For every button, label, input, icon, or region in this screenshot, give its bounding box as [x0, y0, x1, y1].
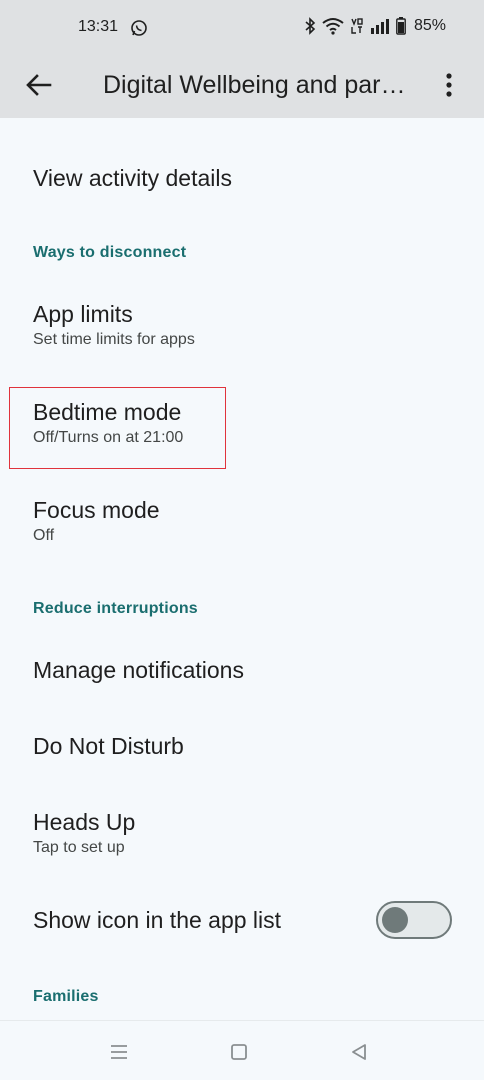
nav-recents-button[interactable] [108, 1041, 130, 1063]
show-icon-item[interactable]: Show icon in the app list [33, 906, 281, 934]
item-title: Do Not Disturb [33, 733, 184, 759]
show-icon-toggle[interactable] [376, 901, 452, 939]
item-title: Heads Up [33, 809, 136, 835]
bedtime-mode-item[interactable]: Bedtime mode Off/Turns on at 21:00 [33, 398, 183, 448]
menu-icon [111, 1045, 127, 1059]
back-button[interactable] [22, 68, 56, 102]
settings-list: View activity details Ways to disconnect… [0, 118, 484, 1020]
wifi-icon [322, 18, 344, 35]
home-square-icon [231, 1044, 247, 1060]
manage-notifications-item[interactable]: Manage notifications [33, 656, 244, 684]
item-title: Bedtime mode [33, 399, 182, 425]
section-header-reduce-interruptions: Reduce interruptions [33, 600, 198, 617]
item-subtitle: Off/Turns on at 21:00 [33, 429, 184, 446]
section-header-ways-to-disconnect: Ways to disconnect [33, 244, 187, 261]
nav-back-button[interactable] [348, 1041, 370, 1063]
heads-up-item[interactable]: Heads Up Tap to set up [33, 808, 135, 858]
bluetooth-icon [305, 17, 316, 35]
screen: 13:31 85% Digital Wellbeing and parent V… [0, 0, 484, 1080]
section-header-families: Families [33, 988, 99, 1005]
battery-icon [396, 17, 406, 35]
more-vert-icon [446, 73, 452, 97]
whatsapp-icon [131, 20, 147, 36]
do-not-disturb-item[interactable]: Do Not Disturb [33, 732, 184, 760]
app-bar: Digital Wellbeing and parental controls [0, 56, 484, 118]
status-bar: 13:31 85% [0, 0, 484, 56]
signal-icon [370, 19, 389, 34]
status-icons: 85% [304, 17, 446, 35]
navigation-bar [0, 1020, 484, 1080]
focus-mode-item[interactable]: Focus mode Off [33, 496, 160, 546]
battery-percent: 85% [413, 17, 446, 34]
app-limits-item[interactable]: App limits Set time limits for apps [33, 300, 195, 350]
item-title: Show icon in the app list [33, 907, 282, 933]
nav-home-button[interactable] [228, 1041, 250, 1063]
item-subtitle: Tap to set up [33, 839, 125, 856]
item-subtitle: Set time limits for apps [33, 331, 195, 348]
item-title: Manage notifications [33, 657, 244, 683]
item-title: App limits [33, 301, 133, 327]
item-subtitle: Off [33, 527, 55, 544]
arrow-left-icon [26, 74, 52, 96]
toggle-knob [382, 907, 408, 933]
view-activity-details-item[interactable]: View activity details [33, 164, 232, 192]
back-triangle-icon [352, 1044, 366, 1060]
more-options-button[interactable] [436, 68, 462, 102]
item-title: Focus mode [33, 497, 160, 523]
item-title: View activity details [33, 165, 232, 191]
page-title: Digital Wellbeing and parental controls [103, 71, 415, 99]
volte-icon [351, 18, 363, 34]
status-time: 13:31 [78, 18, 119, 35]
